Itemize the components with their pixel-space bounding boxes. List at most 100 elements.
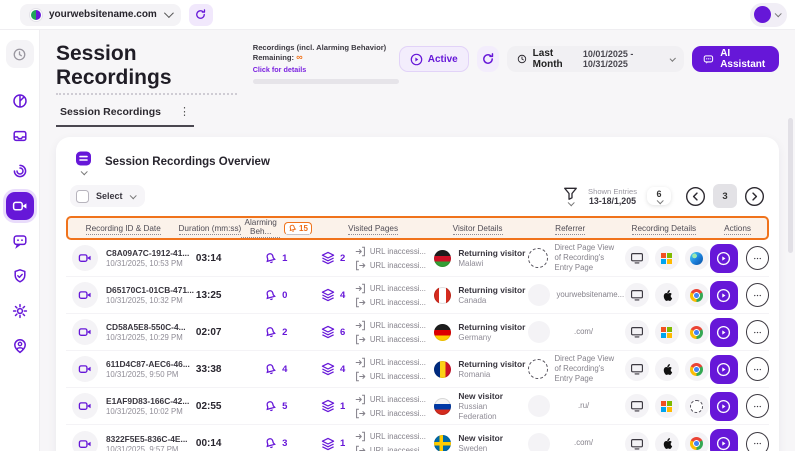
recording-date: 10/31/2025, 9:57 PM	[106, 444, 179, 451]
entry-url[interactable]: URL inaccessi...	[355, 394, 434, 405]
sidebar-item-history[interactable]	[5, 40, 34, 68]
sync-icon	[196, 9, 206, 19]
referrer-favicon	[527, 284, 550, 306]
alarming-count: 1	[282, 252, 288, 264]
entry-url[interactable]: URL inaccessi...	[355, 320, 434, 331]
sidebar-item-inbox[interactable]	[6, 122, 34, 150]
more-options-button[interactable]	[745, 357, 769, 381]
exit-page-icon	[355, 297, 366, 307]
play-recording-button[interactable]	[709, 243, 738, 273]
more-options-button[interactable]	[745, 431, 769, 451]
sidebar-item-session-recordings[interactable]	[5, 192, 34, 220]
sidebar-item-behavior[interactable]	[6, 157, 34, 185]
device-desktop-icon	[624, 246, 649, 270]
tab-options-kebab-icon[interactable]: ⋮	[164, 105, 194, 127]
sidebar-item-support[interactable]	[6, 332, 34, 360]
exit-url[interactable]: URL inaccessi...	[355, 260, 434, 271]
next-page-button[interactable]	[744, 186, 765, 207]
select-all-checkbox[interactable]	[76, 189, 89, 203]
more-options-button[interactable]	[745, 246, 769, 270]
chevron-down-icon	[567, 198, 575, 206]
recording-camera-icon	[72, 393, 98, 419]
exit-url[interactable]: URL inaccessi...	[355, 297, 434, 308]
overview-icon-dropdown[interactable]	[74, 149, 93, 176]
ai-assistant-button[interactable]: AI Assistant	[692, 46, 779, 72]
ellipsis-icon	[753, 294, 761, 296]
col-recording-details: Recording Details	[631, 223, 697, 235]
date-range-selector[interactable]: Last Month 10/01/2025 - 10/31/2025	[506, 46, 685, 72]
direct-visit-icon	[527, 359, 548, 379]
alarm-bell-icon	[266, 400, 277, 411]
arrow-left-circle-icon	[685, 186, 706, 206]
play-recording-button[interactable]	[709, 280, 738, 310]
play-recording-button[interactable]	[709, 429, 738, 451]
table-row: D65170C1-01CB-471... 10/31/2025, 10:32 P…	[66, 277, 769, 314]
exit-url[interactable]: URL inaccessi...	[355, 371, 434, 382]
vertical-scrollbar[interactable]	[788, 118, 793, 253]
sidebar-item-dashboard[interactable]	[6, 87, 34, 115]
page-size-selector[interactable]: 6	[647, 187, 671, 205]
website-selector[interactable]: yourwebsitename.com	[20, 3, 181, 26]
entry-url[interactable]: URL inaccessi...	[355, 246, 434, 257]
filter-button[interactable]	[563, 187, 578, 206]
recording-id[interactable]: CD58A5E8-550C-4...	[106, 322, 186, 332]
quota-progress-bar	[252, 78, 399, 84]
visitor-country: Malawi	[458, 258, 484, 268]
user-menu[interactable]	[750, 2, 787, 27]
alarm-bell-icon	[266, 252, 277, 263]
entry-page-icon	[355, 357, 365, 367]
play-circle-icon	[717, 436, 731, 451]
referrer-text[interactable]: .com/	[557, 438, 621, 448]
play-recording-button[interactable]	[709, 317, 738, 347]
panel-title: Session Recordings Overview	[105, 156, 270, 168]
sidebar-item-settings[interactable]	[6, 297, 34, 325]
sidebar-item-privacy[interactable]	[6, 262, 34, 290]
play-recording-button[interactable]	[709, 391, 738, 421]
select-control[interactable]: Select	[70, 185, 145, 207]
sidebar	[0, 30, 40, 451]
os-windows-icon	[654, 320, 679, 344]
active-recordings-button[interactable]: Active	[398, 46, 469, 72]
referrer-text[interactable]: Direct Page View of Recording's Entry Pa…	[555, 354, 621, 384]
sidebar-item-communication[interactable]	[6, 227, 34, 255]
exit-page-icon	[355, 260, 366, 270]
col-recording-id: Recording ID & Date	[85, 223, 161, 235]
exit-url[interactable]: URL inaccessi...	[355, 334, 434, 345]
referrer-text[interactable]: Direct Page View of Recording's Entry Pa…	[555, 243, 621, 273]
exit-page-icon	[355, 334, 366, 344]
details-link[interactable]: Click for details	[253, 65, 399, 74]
device-desktop-icon	[624, 431, 649, 451]
ai-chat-icon	[704, 54, 714, 64]
browser-chrome-icon	[684, 283, 709, 307]
tab-bar: Session Recordings ⋮	[56, 105, 779, 127]
exit-url[interactable]: URL inaccessi...	[355, 408, 434, 419]
entry-url[interactable]: URL inaccessi...	[355, 283, 434, 294]
ellipsis-icon	[753, 442, 761, 445]
os-apple-icon	[654, 431, 679, 451]
chevron-down-icon	[669, 55, 677, 62]
alarming-count-badge[interactable]: 15	[284, 221, 312, 235]
chevron-down-icon	[163, 8, 174, 19]
play-recording-button[interactable]	[709, 354, 738, 384]
prev-page-button[interactable]	[685, 186, 706, 207]
more-options-button[interactable]	[745, 394, 769, 418]
recording-id[interactable]: 8322F5E5-836C-4E...	[106, 434, 187, 444]
visitor-type: New visitor	[458, 433, 504, 444]
current-page[interactable]: 3	[713, 184, 737, 208]
country-flag	[434, 323, 452, 341]
referrer-text[interactable]: .ru/	[557, 401, 621, 411]
sync-website-button[interactable]	[188, 3, 213, 26]
shown-entries-value: 13-18/1,205	[589, 195, 636, 206]
more-options-button[interactable]	[745, 283, 769, 307]
entry-url[interactable]: URL inaccessi...	[355, 357, 434, 368]
visited-pages-count: 2	[339, 252, 346, 264]
refresh-button[interactable]	[476, 46, 499, 72]
chevron-down-icon	[774, 10, 782, 18]
tab-session-recordings[interactable]: Session Recordings	[56, 106, 165, 127]
exit-url[interactable]: URL inaccessi...	[355, 445, 434, 451]
infinity-value: ∞	[296, 52, 303, 63]
more-options-button[interactable]	[745, 320, 769, 344]
referrer-text[interactable]: .com/	[557, 327, 621, 337]
entry-url[interactable]: URL inaccessi...	[355, 431, 434, 442]
layers-icon	[321, 399, 335, 413]
